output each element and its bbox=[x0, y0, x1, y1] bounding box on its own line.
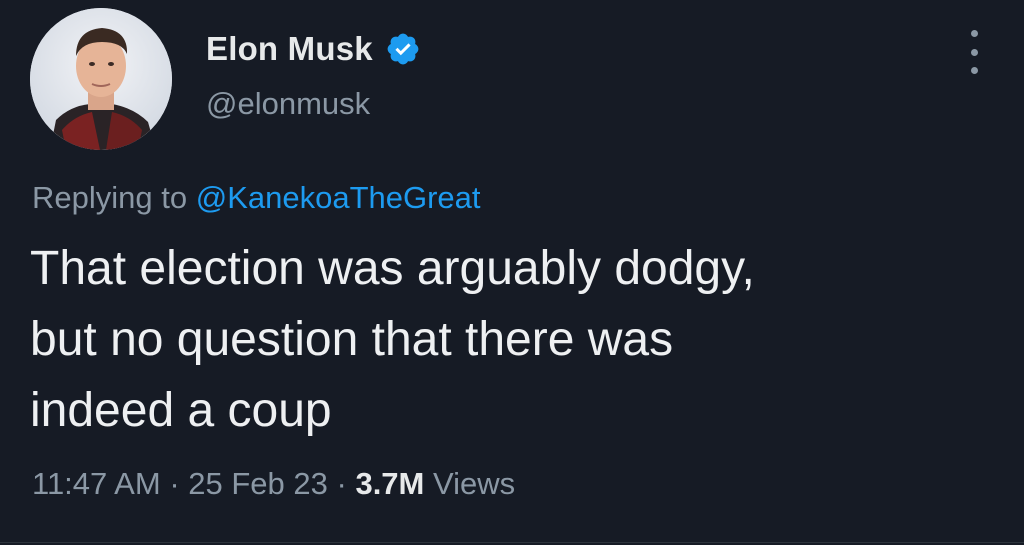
author-handle[interactable]: @elonmusk bbox=[206, 86, 370, 122]
more-dot bbox=[970, 67, 978, 74]
replying-to: Replying to @KanekoaTheGreat bbox=[32, 180, 481, 216]
more-dot bbox=[970, 48, 978, 56]
tweet-time[interactable]: 11:47 AM bbox=[32, 466, 161, 501]
more-vertical-icon[interactable] bbox=[964, 30, 984, 74]
meta-separator: · bbox=[336, 466, 347, 501]
verified-badge-icon bbox=[387, 33, 419, 65]
more-dot bbox=[970, 30, 978, 37]
tweet-text-line: indeed a coup bbox=[30, 384, 332, 437]
divider bbox=[0, 542, 1024, 543]
meta-separator: · bbox=[169, 466, 180, 501]
replying-to-label: Replying to bbox=[32, 180, 188, 215]
tweet-text: That election was arguably dodgy, but no… bbox=[30, 233, 990, 446]
author-display-name[interactable]: Elon Musk bbox=[206, 30, 373, 68]
views-label: Views bbox=[433, 466, 516, 501]
tweet-date[interactable]: 25 Feb 23 bbox=[188, 466, 328, 501]
views-count: 3.7M bbox=[355, 466, 425, 501]
replying-to-handle-link[interactable]: @KanekoaTheGreat bbox=[196, 180, 481, 215]
tweet-text-line: That election was arguably dodgy, bbox=[30, 242, 755, 295]
tweet-meta: 11:47 AM · 25 Feb 23 · 3.7M Views bbox=[32, 466, 515, 502]
author-name-row: Elon Musk bbox=[206, 30, 421, 68]
avatar[interactable] bbox=[30, 8, 172, 150]
avatar-photo bbox=[30, 8, 172, 150]
tweet-card: Elon Musk @elonmusk Replying to @Kanekoa… bbox=[0, 0, 1024, 545]
tweet-text-line: but no question that there was bbox=[30, 313, 674, 366]
